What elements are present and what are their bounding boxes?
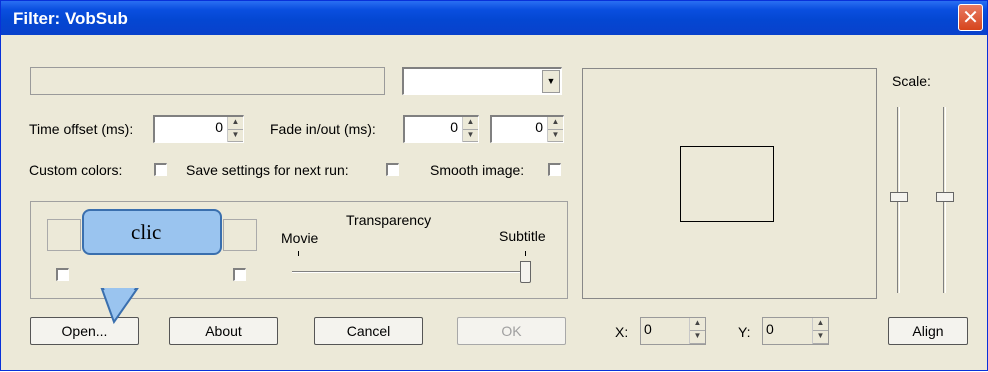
callout-pointer-join xyxy=(104,288,135,319)
callout-text: clic xyxy=(131,220,162,244)
dialog-window: Filter: VobSub ✕ ▼ Time offset (ms): 0 ▲… xyxy=(0,0,988,371)
